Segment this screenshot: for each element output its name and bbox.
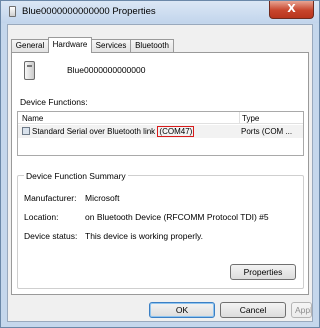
manufacturer-value: Microsoft bbox=[85, 193, 120, 203]
device-functions-heading: Device Functions: bbox=[20, 97, 88, 107]
tab-services[interactable]: Services bbox=[91, 39, 131, 52]
column-header-type[interactable]: Type bbox=[242, 114, 259, 123]
cancel-button[interactable]: Cancel bbox=[220, 302, 286, 318]
hardware-tab-panel: Blue0000000000000 Device Functions: Name… bbox=[11, 52, 309, 295]
column-header-name[interactable]: Name bbox=[22, 114, 43, 123]
function-type: Ports (COM ... bbox=[241, 127, 293, 136]
title-bar[interactable]: Blue0000000000000 Properties X bbox=[1, 1, 319, 23]
properties-window: Blue0000000000000 Properties X General H… bbox=[0, 0, 320, 328]
device-function-summary-group: Device Function Summary Manufacturer: Mi… bbox=[17, 171, 304, 289]
summary-group-title: Device Function Summary bbox=[24, 171, 128, 181]
ok-button[interactable]: OK bbox=[149, 302, 215, 318]
function-name: Standard Serial over Bluetooth link (COM… bbox=[32, 126, 195, 137]
column-separator[interactable] bbox=[239, 112, 240, 124]
com-port-highlight: (COM47) bbox=[157, 126, 195, 137]
location-value: on Bluetooth Device (RFCOMM Protocol TDI… bbox=[85, 212, 269, 222]
properties-button[interactable]: Properties bbox=[230, 264, 296, 280]
tab-bluetooth[interactable]: Bluetooth bbox=[130, 39, 174, 52]
tab-general[interactable]: General bbox=[11, 39, 49, 52]
device-name: Blue0000000000000 bbox=[67, 65, 146, 75]
list-header: Name Type bbox=[18, 112, 303, 124]
device-icon bbox=[24, 61, 35, 80]
manufacturer-label: Manufacturer: bbox=[24, 193, 77, 203]
device-functions-list[interactable]: Name Type Standard Serial over Bluetooth… bbox=[17, 111, 304, 156]
table-row[interactable]: Standard Serial over Bluetooth link (COM… bbox=[18, 125, 303, 138]
close-button[interactable]: X bbox=[269, 1, 314, 19]
window-device-icon bbox=[9, 6, 16, 17]
function-name-text: Standard Serial over Bluetooth link bbox=[32, 127, 156, 136]
device-status-label: Device status: bbox=[24, 231, 78, 241]
tab-hardware[interactable]: Hardware bbox=[48, 37, 92, 53]
device-status-value: This device is working properly. bbox=[85, 231, 203, 241]
apply-button[interactable]: Apply bbox=[291, 302, 312, 318]
serial-port-icon bbox=[22, 127, 30, 135]
window-title: Blue0000000000000 Properties bbox=[22, 6, 156, 17]
location-label: Location: bbox=[24, 212, 59, 222]
dialog-client-area: General Hardware Services Bluetooth Blue… bbox=[7, 24, 313, 322]
